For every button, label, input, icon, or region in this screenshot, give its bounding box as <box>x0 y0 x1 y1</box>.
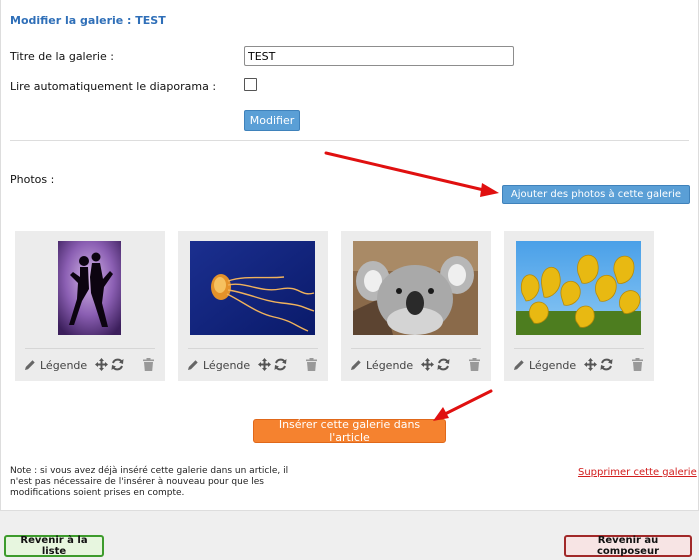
form-divider <box>10 140 689 141</box>
legend-button[interactable]: Légende <box>187 358 250 372</box>
pencil-icon <box>25 360 35 370</box>
refresh-icon[interactable] <box>274 358 287 371</box>
photo-thumbnail[interactable] <box>58 241 121 335</box>
card-divider <box>188 348 318 349</box>
pencil-icon <box>514 360 524 370</box>
refresh-icon[interactable] <box>600 358 613 371</box>
legend-button[interactable]: Légende <box>350 358 413 372</box>
delete-gallery-link[interactable]: Supprimer cette galerie <box>578 467 697 478</box>
move-icon[interactable] <box>421 358 434 371</box>
trash-icon[interactable] <box>142 358 155 371</box>
back-to-composer-button[interactable]: Revenir au composeur <box>564 535 692 557</box>
add-photos-button[interactable]: Ajouter des photos à cette galerie <box>502 185 690 204</box>
trash-icon[interactable] <box>305 358 318 371</box>
dancers-image <box>58 241 121 335</box>
photo-card: Légende <box>341 231 491 381</box>
photo-thumbnail[interactable] <box>516 241 641 335</box>
photo-card: Légende <box>15 231 165 381</box>
insert-gallery-button[interactable]: Insérer cette galerie dans l'article <box>253 418 446 444</box>
autoplay-checkbox[interactable] <box>244 78 257 91</box>
insert-note: Note : si vous avez déjà inséré cette ga… <box>10 466 289 498</box>
trash-icon[interactable] <box>468 358 481 371</box>
photo-thumbnail[interactable] <box>353 241 478 335</box>
legend-label: Légende <box>529 358 577 372</box>
pencil-icon <box>188 360 198 370</box>
photo-card: Légende <box>504 231 654 381</box>
move-icon[interactable] <box>584 358 597 371</box>
legend-button[interactable]: Légende <box>24 358 87 372</box>
tulips-image <box>516 241 641 335</box>
refresh-icon[interactable] <box>111 358 124 371</box>
trash-icon[interactable] <box>631 358 644 371</box>
title-label: Titre de la galerie : <box>10 50 114 63</box>
modify-button[interactable]: Modifier <box>244 110 300 131</box>
photos-label: Photos : <box>10 173 55 186</box>
page-title: Modifier la galerie : TEST <box>10 14 166 27</box>
move-icon[interactable] <box>95 358 108 371</box>
jellyfish-image <box>190 241 315 335</box>
legend-label: Légende <box>366 358 414 372</box>
legend-button[interactable]: Légende <box>513 358 576 372</box>
refresh-icon[interactable] <box>437 358 450 371</box>
move-icon[interactable] <box>258 358 271 371</box>
card-divider <box>351 348 481 349</box>
pencil-icon <box>351 360 361 370</box>
legend-label: Légende <box>40 358 88 372</box>
koala-image <box>353 241 478 335</box>
photo-card: Légende <box>178 231 328 381</box>
legend-label: Légende <box>203 358 251 372</box>
gallery-edit-panel: Modifier la galerie : TEST Titre de la g… <box>0 0 699 511</box>
autoplay-label: Lire automatiquement le diaporama : <box>10 80 217 93</box>
back-to-list-button[interactable]: Revenir à la liste <box>4 535 104 557</box>
card-divider <box>514 348 644 349</box>
gallery-title-input[interactable] <box>244 46 514 66</box>
card-divider <box>25 348 155 349</box>
photo-thumbnail[interactable] <box>190 241 315 335</box>
